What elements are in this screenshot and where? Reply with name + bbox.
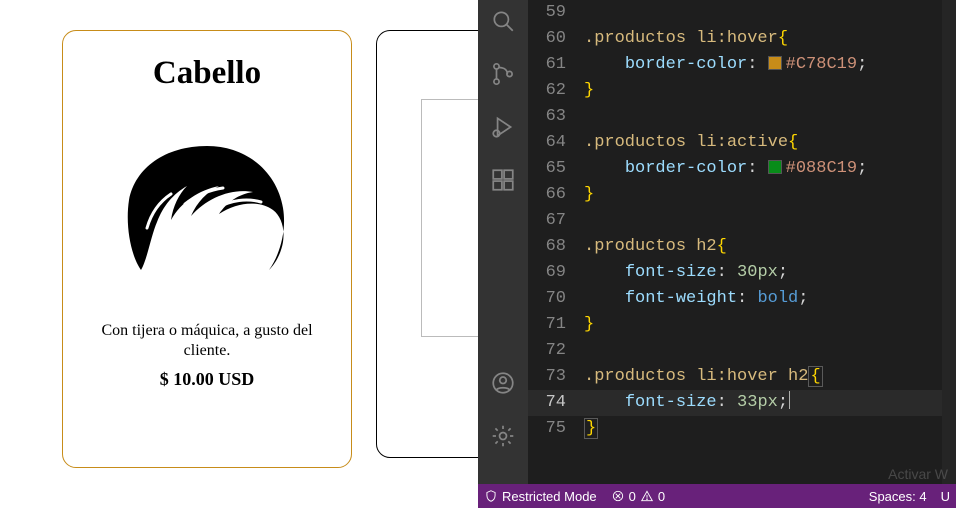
code-line[interactable]: 64.productos li:active{: [528, 130, 956, 156]
status-spaces[interactable]: Spaces: 4: [869, 489, 927, 504]
line-number: 60: [528, 26, 584, 52]
line-content: .productos li:active{: [584, 130, 798, 156]
card-description: Corte y e: [399, 353, 478, 373]
line-content: }: [584, 182, 594, 208]
account-icon: [490, 370, 516, 396]
line-content: font-size: 30px;: [584, 260, 788, 286]
line-content: .productos li:hover h2{: [584, 364, 823, 390]
activity-account[interactable]: [490, 370, 516, 401]
card-price: $ 10.00 USD: [77, 369, 337, 390]
image-placeholder: [421, 99, 478, 337]
error-icon: [611, 489, 625, 503]
code-line[interactable]: 71}: [528, 312, 956, 338]
line-content: .productos li:hover{: [584, 26, 788, 52]
line-number: 66: [528, 182, 584, 208]
line-number: 72: [528, 338, 584, 364]
line-content: }: [584, 78, 594, 104]
status-bar: Restricted Mode 0 0 Spaces: 4 U: [478, 484, 956, 508]
line-number: 62: [528, 78, 584, 104]
shield-icon: [484, 489, 498, 503]
code-line[interactable]: 72: [528, 338, 956, 364]
activity-bar: [478, 0, 528, 484]
card-description: Con tijera o máquica, a gusto del client…: [85, 321, 329, 361]
hair-icon: [107, 128, 307, 278]
line-content: font-weight: bold;: [584, 286, 808, 312]
code-line[interactable]: 68.productos h2{: [528, 234, 956, 260]
line-number: 75: [528, 416, 584, 442]
color-swatch: [768, 160, 782, 174]
vscode-window: 5960.productos li:hover{61 border-color:…: [478, 0, 956, 508]
line-number: 65: [528, 156, 584, 182]
source-control-icon: [490, 61, 516, 87]
code-line[interactable]: 70 font-weight: bold;: [528, 286, 956, 312]
activity-extensions[interactable]: [490, 167, 516, 198]
activity-source-control[interactable]: [490, 61, 516, 92]
extensions-icon: [490, 167, 516, 193]
line-number: 67: [528, 208, 584, 234]
color-swatch: [768, 56, 782, 70]
search-icon: [490, 8, 516, 34]
code-line[interactable]: 75}: [528, 416, 956, 442]
line-number: 69: [528, 260, 584, 286]
code-line[interactable]: 65 border-color: #088C19;: [528, 156, 956, 182]
card-title: Cabello: [77, 55, 337, 92]
status-encoding[interactable]: U: [941, 489, 950, 504]
code-line[interactable]: 61 border-color: #C78C19;: [528, 52, 956, 78]
line-content: font-size: 33px;: [584, 390, 790, 416]
line-content: border-color: #088C19;: [584, 156, 867, 182]
status-warning-count: 0: [658, 489, 665, 504]
browser-preview: Cabello Con tijera o máquica, a gusto de…: [0, 0, 478, 508]
status-restricted-label: Restricted Mode: [502, 489, 597, 504]
code-line[interactable]: 69 font-size: 30px;: [528, 260, 956, 286]
minimap[interactable]: [942, 0, 956, 484]
activity-run-debug[interactable]: [490, 114, 516, 145]
warning-icon: [640, 489, 654, 503]
activity-settings[interactable]: [490, 423, 516, 454]
code-line[interactable]: 62}: [528, 78, 956, 104]
product-card-secondary[interactable]: Corte y e: [376, 30, 478, 458]
code-line[interactable]: 66}: [528, 182, 956, 208]
line-number: 73: [528, 364, 584, 390]
line-number: 64: [528, 130, 584, 156]
line-number: 70: [528, 286, 584, 312]
line-content: }: [584, 416, 598, 442]
line-content: }: [584, 312, 594, 338]
line-number: 63: [528, 104, 584, 130]
status-restricted-mode[interactable]: Restricted Mode: [484, 489, 597, 504]
gear-icon: [490, 423, 516, 449]
line-content: border-color: #C78C19;: [584, 52, 867, 78]
product-card-cabello[interactable]: Cabello Con tijera o máquica, a gusto de…: [62, 30, 352, 468]
status-problems[interactable]: 0 0: [611, 489, 665, 504]
line-number: 74: [528, 390, 584, 416]
code-area[interactable]: 5960.productos li:hover{61 border-color:…: [528, 0, 956, 484]
activity-search[interactable]: [490, 8, 516, 39]
code-line[interactable]: 67: [528, 208, 956, 234]
status-error-count: 0: [629, 489, 636, 504]
line-content: .productos h2{: [584, 234, 727, 260]
line-number: 59: [528, 0, 584, 26]
code-editor[interactable]: 5960.productos li:hover{61 border-color:…: [528, 0, 956, 484]
code-line[interactable]: 59: [528, 0, 956, 26]
code-line[interactable]: 63: [528, 104, 956, 130]
line-number: 61: [528, 52, 584, 78]
text-cursor: [789, 391, 790, 409]
line-number: 71: [528, 312, 584, 338]
play-bug-icon: [490, 114, 516, 140]
code-line[interactable]: 60.productos li:hover{: [528, 26, 956, 52]
code-line[interactable]: 74 font-size: 33px;: [528, 390, 956, 416]
line-number: 68: [528, 234, 584, 260]
code-line[interactable]: 73.productos li:hover h2{: [528, 364, 956, 390]
